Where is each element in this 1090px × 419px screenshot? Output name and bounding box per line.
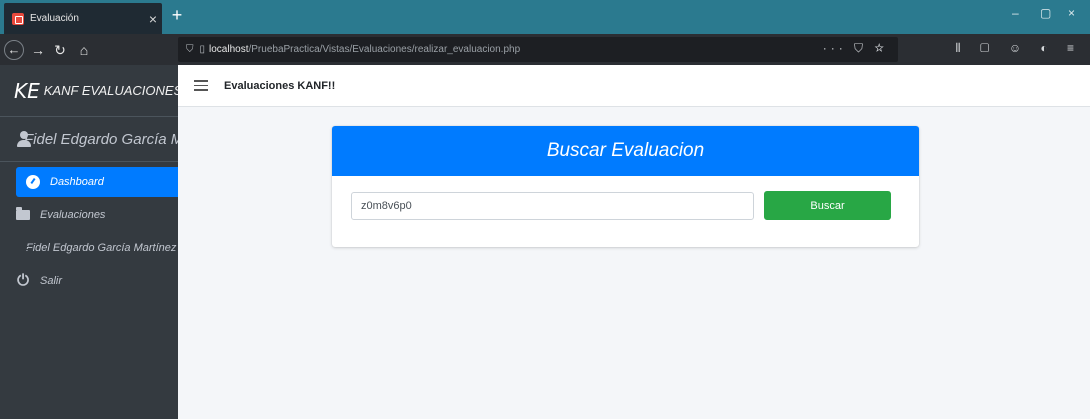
header-title: Evaluaciones KANF!! [224,79,336,92]
page-icon: ▯ [199,44,206,55]
tab-title: Evaluación [30,13,79,24]
user-panel[interactable]: Fidel Edgardo García Martínez [0,117,178,162]
card-title: Buscar Evaluacion [332,126,919,176]
url-host: localhost [209,44,249,55]
sidebar-item-evaluaciones[interactable]: Evaluaciones [16,200,172,230]
sidebar-item-dashboard[interactable]: Dashboard [16,167,178,197]
top-header: Evaluaciones KANF!! [178,65,1090,107]
user-name: Fidel Edgardo García Martínez [24,130,178,148]
search-input[interactable] [351,192,754,220]
url-action-icons[interactable]: ··· ⛉ ☆ [823,41,888,56]
brand-link[interactable]: KE KANF EVALUACIONES!! [0,65,178,117]
url-path: /PruebaPractica/Vistas/Evaluaciones/real… [248,44,521,55]
search-card: Buscar Evaluacion Buscar [332,126,919,247]
sidebar: KE KANF EVALUACIONES!! Fidel Edgardo Gar… [0,65,178,419]
folder-icon [16,207,30,220]
toolbar-icons[interactable]: ⫴ ▢ ☺ ◐ ≡ [956,41,1082,56]
power-icon: ⏻ [17,272,29,289]
url-bar[interactable]: ⛉ ▯ localhost /PruebaPractica/Vistas/Eva… [178,37,898,62]
browser-nav-bar: ← → ↻ ⌂ ⛉ ▯ localhost /PruebaPractica/Vi… [0,34,1090,65]
favicon-icon [12,12,24,25]
sidebar-menu: Dashboard Evaluaciones Fidel Edgardo Gar… [0,162,178,296]
tab-close-button[interactable]: × [144,11,162,27]
forward-button[interactable]: → [28,40,48,60]
sidebar-item-label: Evaluaciones [40,209,106,221]
sidebar-item-label: Salir [40,275,63,287]
home-button[interactable]: ⌂ [74,40,94,60]
dashboard-icon [26,175,40,189]
sidebar-item-profile[interactable]: Fidel Edgardo García Martínez [16,233,176,263]
reload-button[interactable]: ↻ [50,40,70,60]
shield-icon: ⛉ [186,44,194,55]
sidebar-item-label: Dashboard [50,176,104,188]
sidebar-item-salir[interactable]: ⏻ Salir [16,266,172,296]
maximize-button[interactable]: ▢ [1040,6,1051,20]
browser-tab[interactable]: Evaluación × [4,3,162,34]
hamburger-menu-icon[interactable] [194,77,208,94]
back-button[interactable]: ← [4,40,24,60]
new-tab-button[interactable]: + [167,5,187,26]
sidebar-item-label: Fidel Edgardo García Martínez [26,242,177,254]
minimize-button[interactable]: – [1012,6,1019,20]
search-button[interactable]: Buscar [764,191,891,220]
close-window-button[interactable]: × [1068,6,1075,20]
brand-text: KANF EVALUACIONES!! [43,83,178,98]
browser-tab-bar: Evaluación × + – ▢ × [0,0,1090,34]
brand-logo: KE [14,78,40,103]
